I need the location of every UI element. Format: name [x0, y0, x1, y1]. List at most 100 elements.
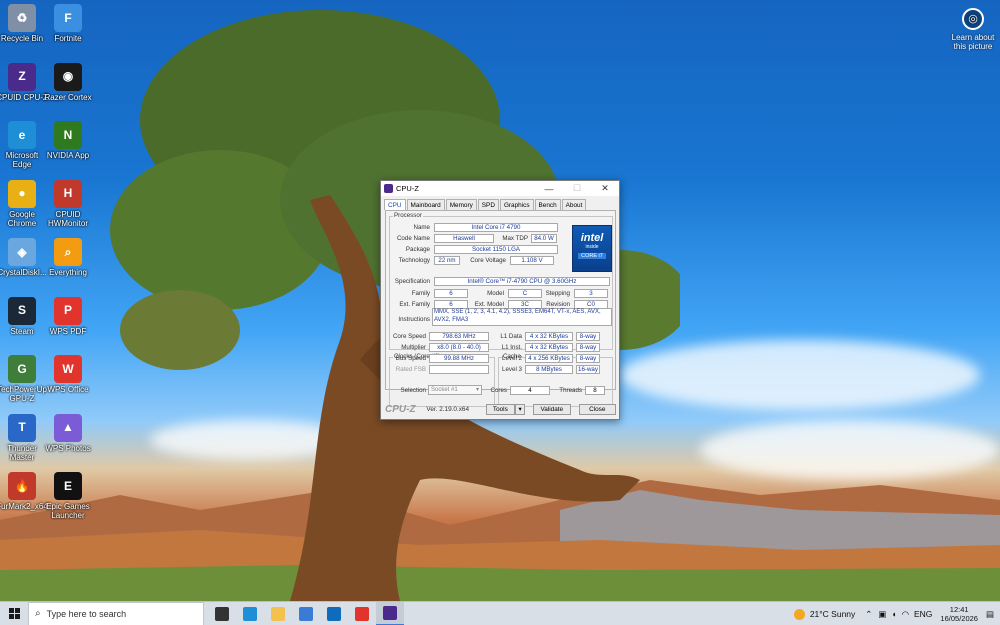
desktop-icon[interactable]: ◉ Razer Cortex [42, 62, 94, 102]
maxtdp-value: 84.0 W [531, 234, 557, 243]
desktop-icon[interactable]: F Fortnite [42, 4, 94, 43]
title-bar[interactable]: CPU-Z — ☐ ✕ [381, 181, 619, 196]
validate-button[interactable]: Validate [533, 403, 571, 415]
processor-group: Processor Name Intel Core i7 4790 Code N… [389, 212, 613, 350]
taskbar-task-view[interactable] [208, 602, 236, 625]
stepping-value: 3 [574, 289, 608, 298]
desktop-icon[interactable]: ▲ WPS Photos [42, 413, 94, 453]
taskbar-cpu-z[interactable] [376, 601, 404, 625]
taskbar-file-explorer[interactable] [264, 602, 292, 625]
system-tray: 21°C Sunny ⌃ ▣ ◖ ◠ ENG 12:41 16/05/2026 … [793, 602, 1000, 625]
desktop-icon-label: CrystalDiskI... [0, 268, 47, 277]
multiplier-label: Multiplier [401, 344, 426, 351]
name-value: Intel Core i7 4790 [434, 223, 558, 232]
corespeed-value: 798.63 MHz [429, 332, 489, 341]
intel-brand: intel [580, 232, 604, 244]
tab-spd[interactable]: SPD [477, 199, 499, 210]
extfamily-label: Ext. Family [399, 301, 430, 308]
desktop-icon[interactable]: N NVIDIA App [42, 121, 94, 160]
chevron-up-icon[interactable]: ⌃ [865, 609, 872, 620]
app-icon: 🔥 [8, 472, 36, 500]
desktop-icon[interactable]: e Microsoft Edge [0, 121, 48, 169]
taskbar-edge[interactable] [236, 602, 264, 625]
cpuz-window[interactable]: CPU-Z — ☐ ✕ CPU Mainboard Memory SPD Graphic… [380, 180, 620, 420]
desktop-icon-label: Steam [10, 326, 34, 336]
maxtdp-label: Max TDP [502, 235, 528, 242]
desktop-icon[interactable]: ◈ CrystalDiskI... [0, 238, 48, 277]
desktop-icon[interactable]: ♻ Recycle Bin [0, 4, 48, 43]
desktop-icon[interactable]: ⌕ Everything [42, 238, 94, 277]
camera-icon: ◎ [962, 8, 984, 30]
revision-label: Revision [546, 301, 570, 308]
wps-icon [355, 606, 369, 621]
tab-graphics[interactable]: Graphics [499, 199, 534, 210]
edge-icon [243, 606, 257, 621]
desktop-icon[interactable]: E Epic Games Launcher [42, 472, 94, 520]
search-box[interactable]: ⌕ Type here to search [28, 601, 204, 625]
l3-way: 16-way [576, 365, 600, 374]
tools-button[interactable]: Tools [485, 403, 516, 415]
processor-group-title: Processor [393, 212, 423, 219]
app-icon: ⌕ [54, 238, 82, 266]
desktop-icon[interactable]: P WPS PDF [42, 296, 94, 336]
desktop-icon[interactable]: W WPS Office [42, 355, 94, 394]
tools-dropdown-arrow-icon[interactable]: ▾ [515, 403, 526, 415]
clock[interactable]: 12:41 16/05/2026 [940, 605, 978, 623]
desktop-icon[interactable]: Z CPUID CPU-Z [0, 62, 48, 102]
close-button[interactable]: Close [578, 403, 616, 415]
l3-label: Level 3 [502, 366, 522, 373]
notification-icon[interactable]: ▤ [986, 609, 994, 620]
tab-memory[interactable]: Memory [445, 199, 477, 210]
app-icon: ◉ [54, 62, 82, 91]
desktop-icon[interactable]: S Steam [0, 296, 48, 336]
technology-label: Technology [398, 257, 430, 264]
speaker-icon[interactable]: ◖ [891, 609, 896, 619]
file-explorer-icon [271, 606, 285, 621]
extmodel-label: Ext. Model [474, 301, 504, 308]
task-view-icon [215, 606, 229, 621]
app-icon: ▲ [54, 413, 82, 442]
minimize-button[interactable]: — [535, 184, 563, 194]
network-icon[interactable]: ▣ [878, 609, 886, 620]
cores-value: 4 [510, 386, 550, 395]
l1inst-way: 8-way [576, 343, 600, 352]
close-window-button[interactable]: ✕ [591, 183, 619, 194]
instructions-line-1: MMX, SSE (1, 2, 3, 4.1, 4.2), SSSE3, EM6… [434, 309, 601, 315]
cpu-z-icon [383, 605, 397, 620]
app-icon: G [8, 355, 36, 383]
instructions-line-2: AVX2, FMA3 [434, 316, 469, 323]
desktop-icon-label: Microsoft Edge [5, 151, 39, 169]
app-icon: S [8, 296, 36, 325]
tab-cpu[interactable]: CPU [384, 199, 406, 210]
family-label: Family [411, 290, 430, 297]
desktop-icon[interactable]: 🔥 FurMark2_x64 [0, 472, 48, 511]
app-icon: E [54, 472, 82, 500]
tab-about[interactable]: About [561, 199, 587, 210]
taskbar-store[interactable] [292, 602, 320, 625]
socket-select[interactable]: Socket #1 ▾ [428, 385, 482, 395]
desktop-icon[interactable]: T Thunder Master [0, 413, 48, 462]
learn-about-picture[interactable]: ◎ Learn about this picture [948, 8, 998, 51]
taskbar-wps[interactable] [348, 602, 376, 625]
start-button[interactable] [0, 602, 28, 625]
search-placeholder: Type here to search [46, 608, 127, 619]
desktop-icon-label: WPS Photos [45, 443, 91, 453]
tab-mainboard[interactable]: Mainboard [406, 199, 445, 210]
desktop-icon[interactable]: H CPUID HWMonitor [42, 179, 94, 228]
wifi-icon[interactable]: ◠ [902, 609, 909, 620]
cores-label: Cores [490, 387, 507, 394]
clock-time: 12:41 [949, 605, 969, 614]
weather-text[interactable]: 21°C Sunny [810, 609, 855, 619]
technology-value: 22 nm [434, 256, 460, 265]
desktop-icon[interactable]: G TechPowerUp GPU-Z [0, 355, 48, 403]
l2-value: 4 x 256 KBytes [525, 354, 573, 363]
taskbar-outlook[interactable] [320, 602, 348, 625]
desktop-icon-label: CPUID HWMonitor [47, 209, 88, 228]
app-icon: W [54, 355, 82, 383]
intel-inside: inside [585, 244, 599, 250]
taskbar: ⌕ Type here to search 21°C Sunny ⌃ ▣ ◖ ◠… [0, 601, 1000, 625]
tab-bench[interactable]: Bench [534, 199, 561, 210]
desktop-icon-label: WPS Office [47, 385, 89, 394]
language-indicator[interactable]: ENG [914, 609, 932, 619]
desktop-icon[interactable]: ● Google Chrome [0, 179, 48, 228]
